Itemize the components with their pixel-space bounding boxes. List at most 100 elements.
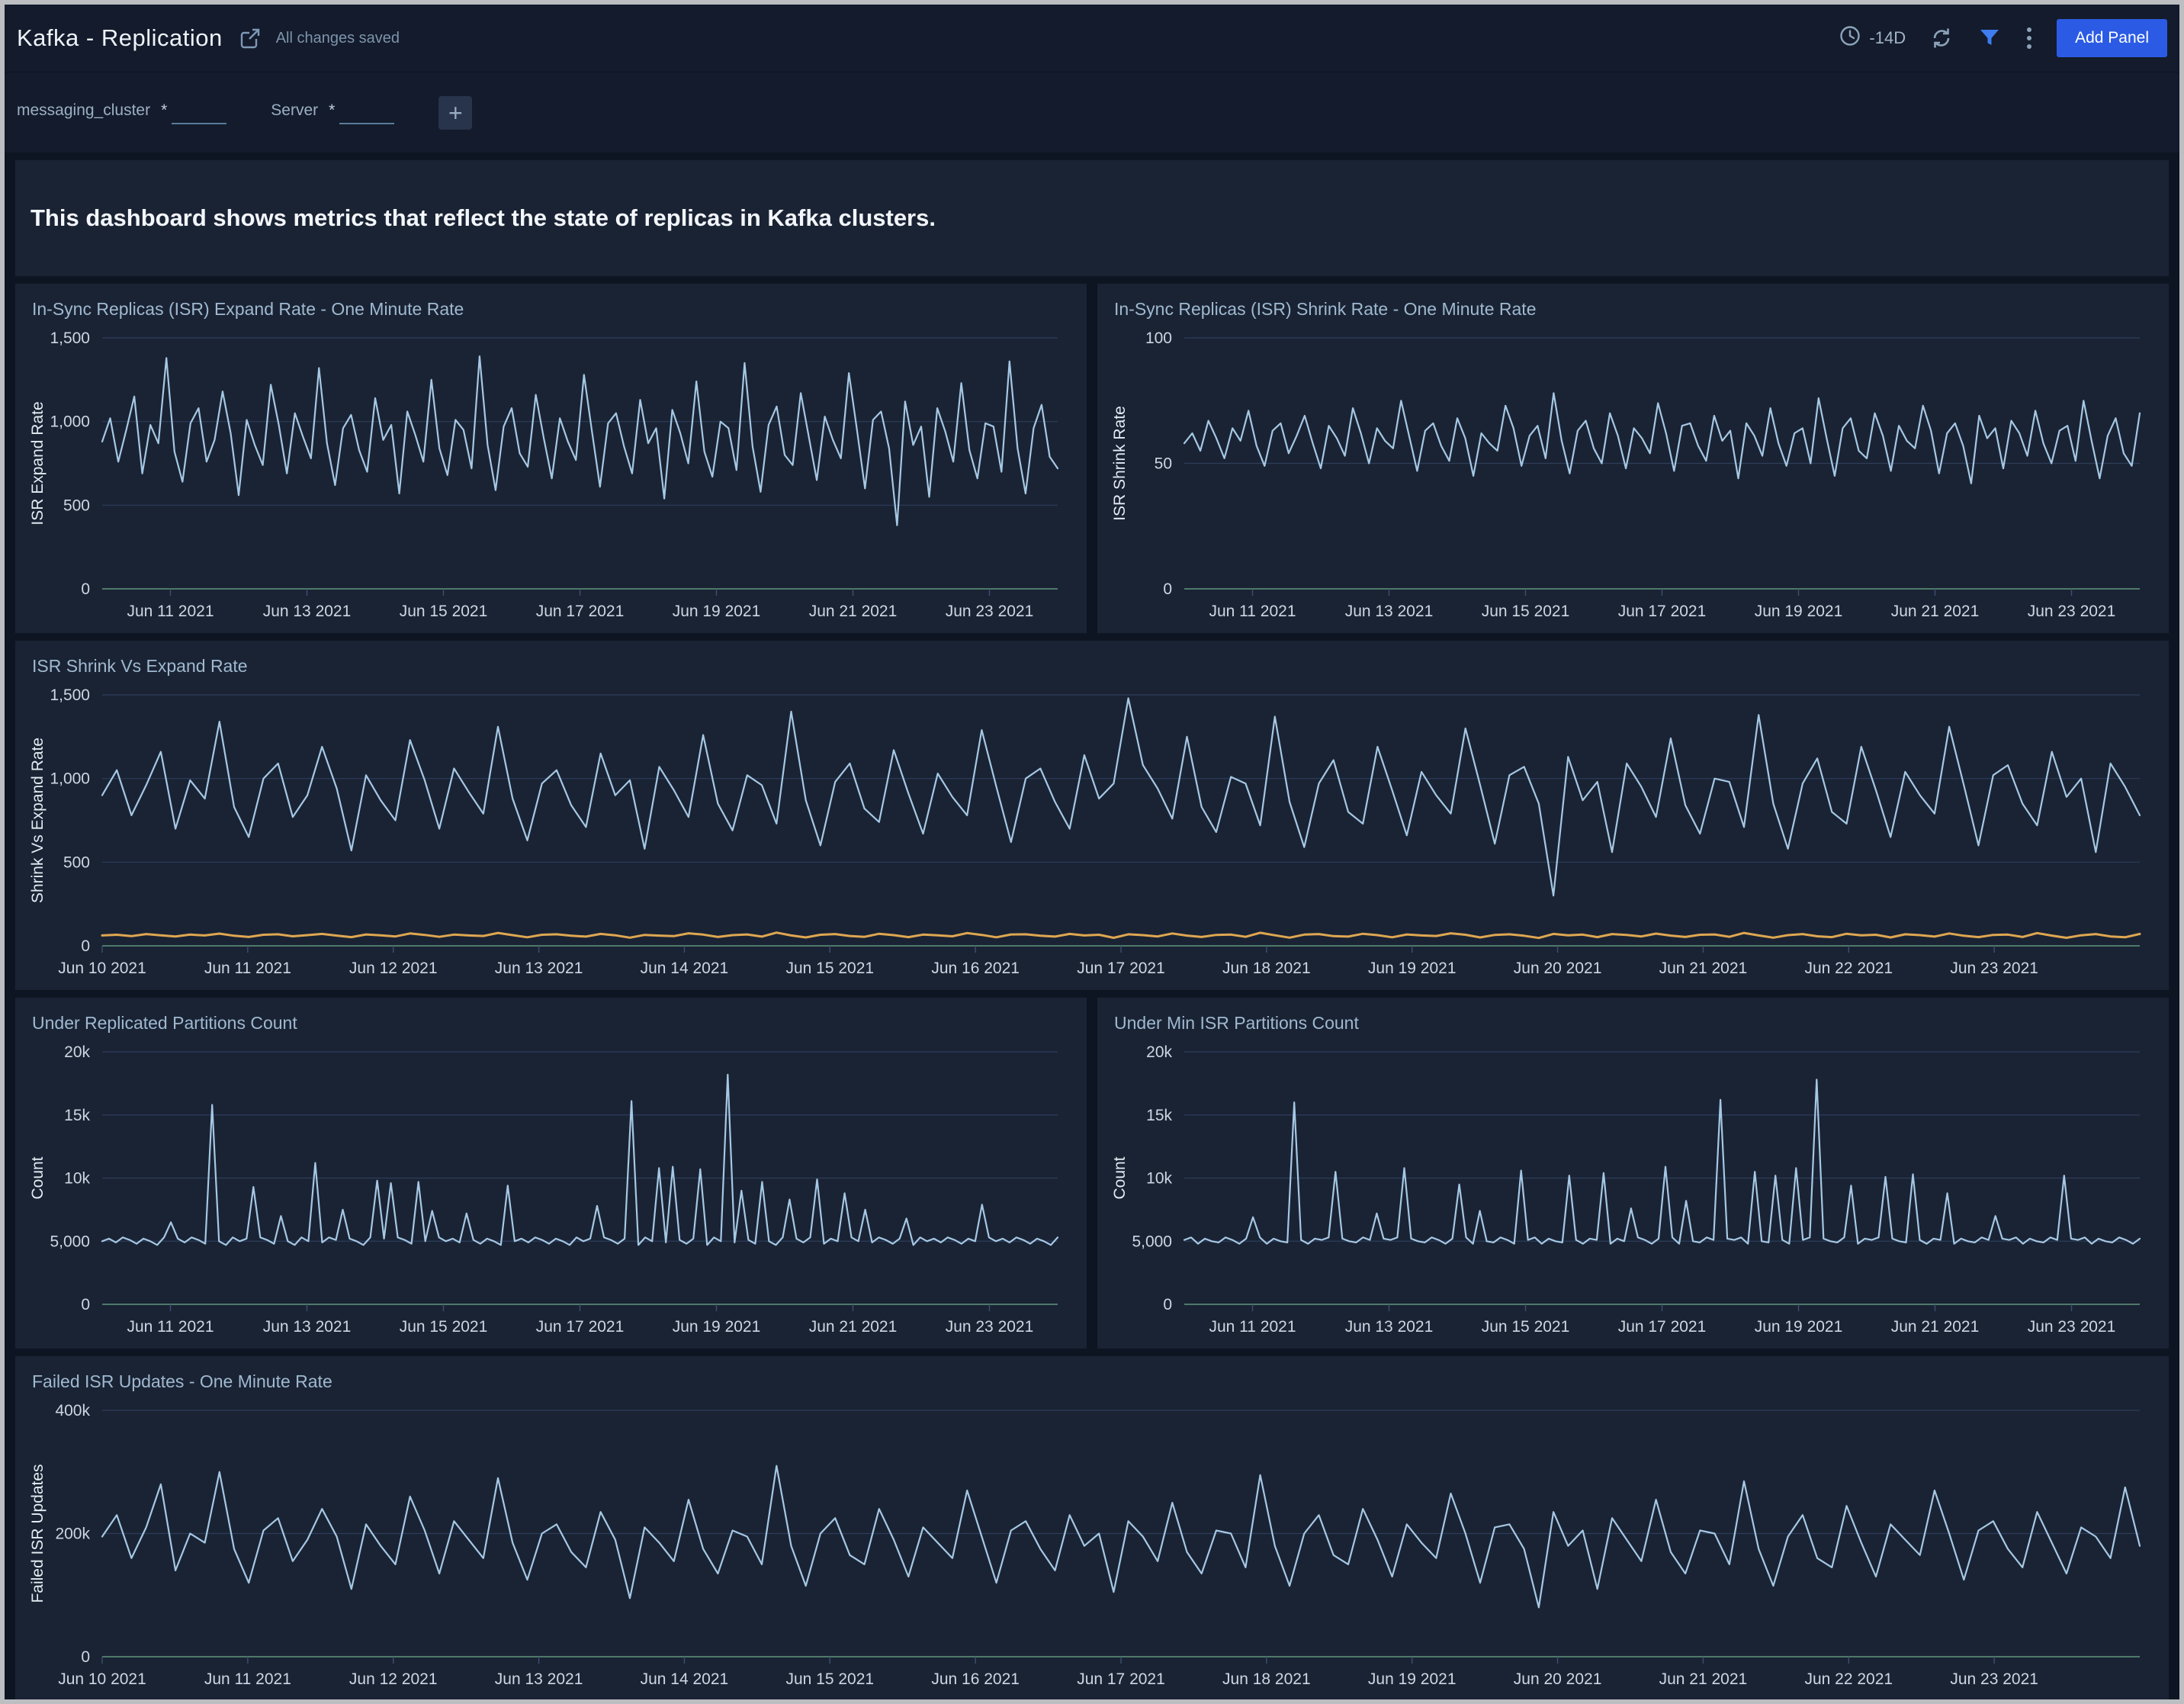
svg-text:Jun 23 2021: Jun 23 2021 [946, 603, 1034, 620]
svg-text:Jun 19 2021: Jun 19 2021 [1368, 1670, 1457, 1688]
svg-text:Count: Count [1111, 1156, 1129, 1199]
svg-text:Jun 15 2021: Jun 15 2021 [785, 960, 874, 977]
save-status: All changes saved [276, 30, 400, 47]
svg-text:Jun 13 2021: Jun 13 2021 [495, 960, 583, 977]
svg-text:Jun 13 2021: Jun 13 2021 [495, 1670, 583, 1688]
chart-under-replicated-partitions[interactable]: 05,00010k15k20kCountJun 11 2021Jun 13 20… [29, 1040, 1073, 1342]
time-range-value: -14D [1869, 28, 1906, 48]
svg-text:Jun 15 2021: Jun 15 2021 [400, 603, 488, 620]
svg-text:1,000: 1,000 [50, 413, 90, 431]
svg-text:Jun 11 2021: Jun 11 2021 [204, 1670, 291, 1688]
svg-text:Jun 19 2021: Jun 19 2021 [1755, 1318, 1843, 1336]
svg-text:Jun 16 2021: Jun 16 2021 [931, 1670, 1020, 1688]
filter-server: Server * [271, 101, 394, 124]
svg-text:Jun 12 2021: Jun 12 2021 [349, 1670, 438, 1688]
plus-icon: + [448, 101, 463, 125]
chart-area: 05001,0001,500Shrink Vs Expand RateJun 1… [29, 683, 2155, 984]
svg-text:Jun 21 2021: Jun 21 2021 [1659, 960, 1748, 977]
toolbar: -14D [1839, 19, 2167, 57]
svg-text:1,000: 1,000 [50, 770, 90, 788]
svg-text:Jun 19 2021: Jun 19 2021 [673, 603, 761, 620]
chart-area: 0200k400kFailed ISR UpdatesJun 10 2021Ju… [29, 1398, 2155, 1695]
svg-text:Jun 23 2021: Jun 23 2021 [2028, 1318, 2116, 1336]
svg-text:Jun 18 2021: Jun 18 2021 [1222, 960, 1311, 977]
time-range-control[interactable]: -14D [1839, 24, 1906, 52]
svg-text:0: 0 [1163, 580, 1172, 598]
svg-text:15k: 15k [64, 1107, 90, 1124]
dashboard-description: This dashboard shows metrics that reflec… [31, 204, 936, 232]
svg-text:Jun 11 2021: Jun 11 2021 [1209, 603, 1296, 620]
svg-text:Jun 14 2021: Jun 14 2021 [641, 1670, 729, 1688]
panel-isr-shrink-vs-expand: ISR Shrink Vs Expand Rate 05001,0001,500… [15, 641, 2169, 990]
svg-text:Jun 10 2021: Jun 10 2021 [58, 1670, 146, 1688]
chart-isr-expand-rate[interactable]: 0 500 1,000 1,500 ISR Expand Rate Jun 11 2021… [29, 326, 1073, 627]
dashboard: Kafka - Replication All changes saved -1… [5, 5, 2179, 1699]
svg-text:5,000: 5,000 [1132, 1233, 1172, 1250]
svg-text:Failed ISR Updates: Failed ISR Updates [29, 1464, 47, 1603]
chart-isr-shrink-rate[interactable]: 050100ISR Shrink RateJun 11 2021Jun 13 2… [1111, 326, 2155, 627]
svg-text:0: 0 [81, 1648, 90, 1666]
svg-text:15k: 15k [1146, 1107, 1172, 1124]
svg-text:Jun 19 2021: Jun 19 2021 [673, 1318, 761, 1336]
svg-text:Jun 21 2021: Jun 21 2021 [1659, 1670, 1748, 1688]
svg-text:0: 0 [1163, 1296, 1172, 1313]
svg-text:5,000: 5,000 [50, 1233, 90, 1250]
svg-text:0: 0 [81, 1296, 90, 1313]
svg-text:Jun 11 2021: Jun 11 2021 [127, 603, 214, 620]
chart-failed-isr-updates[interactable]: 0200k400kFailed ISR UpdatesJun 10 2021Ju… [29, 1398, 2155, 1695]
description-panel: This dashboard shows metrics that reflec… [15, 160, 2169, 276]
svg-text:Jun 20 2021: Jun 20 2021 [1514, 1670, 1602, 1688]
chart-title: ISR Shrink Vs Expand Rate [32, 656, 2155, 677]
add-panel-button[interactable]: Add Panel [2057, 19, 2167, 57]
svg-text:Shrink Vs Expand Rate: Shrink Vs Expand Rate [29, 738, 47, 903]
server-input[interactable] [339, 101, 394, 124]
add-filter-button[interactable]: + [438, 96, 472, 130]
refresh-icon[interactable] [1929, 25, 1954, 51]
svg-text:Jun 13 2021: Jun 13 2021 [263, 603, 352, 620]
svg-text:Jun 18 2021: Jun 18 2021 [1222, 1670, 1311, 1688]
panel-under-replicated-partitions: Under Replicated Partitions Count 05,000… [15, 998, 1087, 1349]
svg-text:ISR Expand Rate: ISR Expand Rate [29, 401, 47, 525]
more-options-icon[interactable] [2025, 25, 2034, 51]
svg-text:Jun 14 2021: Jun 14 2021 [641, 960, 729, 977]
svg-text:Jun 11 2021: Jun 11 2021 [1209, 1318, 1296, 1336]
svg-text:Jun 22 2021: Jun 22 2021 [1804, 1670, 1893, 1688]
svg-text:200k: 200k [55, 1526, 90, 1543]
svg-text:Jun 17 2021: Jun 17 2021 [536, 1318, 625, 1336]
svg-text:Jun 19 2021: Jun 19 2021 [1368, 960, 1457, 977]
svg-text:Jun 23 2021: Jun 23 2021 [1950, 960, 2038, 977]
svg-text:1,500: 1,500 [50, 330, 90, 347]
svg-text:10k: 10k [1146, 1170, 1172, 1188]
svg-text:Jun 21 2021: Jun 21 2021 [1891, 603, 1980, 620]
filter-bar: messaging_cluster * Server * + [5, 72, 2179, 153]
panel-isr-shrink-rate: In-Sync Replicas (ISR) Shrink Rate - One… [1097, 284, 2169, 633]
svg-text:Jun 15 2021: Jun 15 2021 [400, 1318, 488, 1336]
svg-text:10k: 10k [64, 1170, 90, 1188]
svg-text:Jun 17 2021: Jun 17 2021 [1618, 603, 1707, 620]
messaging-cluster-input[interactable] [172, 101, 226, 124]
svg-text:Jun 23 2021: Jun 23 2021 [946, 1318, 1034, 1336]
svg-text:Jun 21 2021: Jun 21 2021 [1891, 1318, 1980, 1336]
svg-text:Jun 15 2021: Jun 15 2021 [1482, 603, 1570, 620]
chart-title: Under Min ISR Partitions Count [1114, 1013, 2155, 1034]
svg-text:0: 0 [81, 580, 90, 598]
chart-area: 05,00010k15k20kCountJun 11 2021Jun 13 20… [1111, 1040, 2155, 1342]
svg-text:50: 50 [1155, 455, 1172, 473]
filter-icon[interactable] [1977, 26, 2002, 50]
dashboard-header: Kafka - Replication All changes saved -1… [5, 5, 2179, 72]
svg-text:20k: 20k [1146, 1043, 1172, 1061]
svg-text:500: 500 [63, 497, 90, 514]
chart-area: 05,00010k15k20kCountJun 11 2021Jun 13 20… [29, 1040, 1073, 1342]
panel-isr-expand-rate: In-Sync Replicas (ISR) Expand Rate - One… [15, 284, 1087, 633]
svg-text:Jun 15 2021: Jun 15 2021 [785, 1670, 874, 1688]
chart-under-min-isr-partitions[interactable]: 05,00010k15k20kCountJun 11 2021Jun 13 20… [1111, 1040, 2155, 1342]
svg-text:Jun 12 2021: Jun 12 2021 [349, 960, 438, 977]
svg-text:Jun 23 2021: Jun 23 2021 [1950, 1670, 2038, 1688]
svg-text:Count: Count [29, 1156, 47, 1199]
chart-isr-shrink-vs-expand[interactable]: 05001,0001,500Shrink Vs Expand RateJun 1… [29, 683, 2155, 984]
svg-text:1,500: 1,500 [50, 686, 90, 704]
svg-text:500: 500 [63, 854, 90, 871]
share-icon[interactable] [238, 26, 262, 50]
svg-text:Jun 21 2021: Jun 21 2021 [809, 603, 898, 620]
svg-text:Jun 11 2021: Jun 11 2021 [127, 1318, 214, 1336]
